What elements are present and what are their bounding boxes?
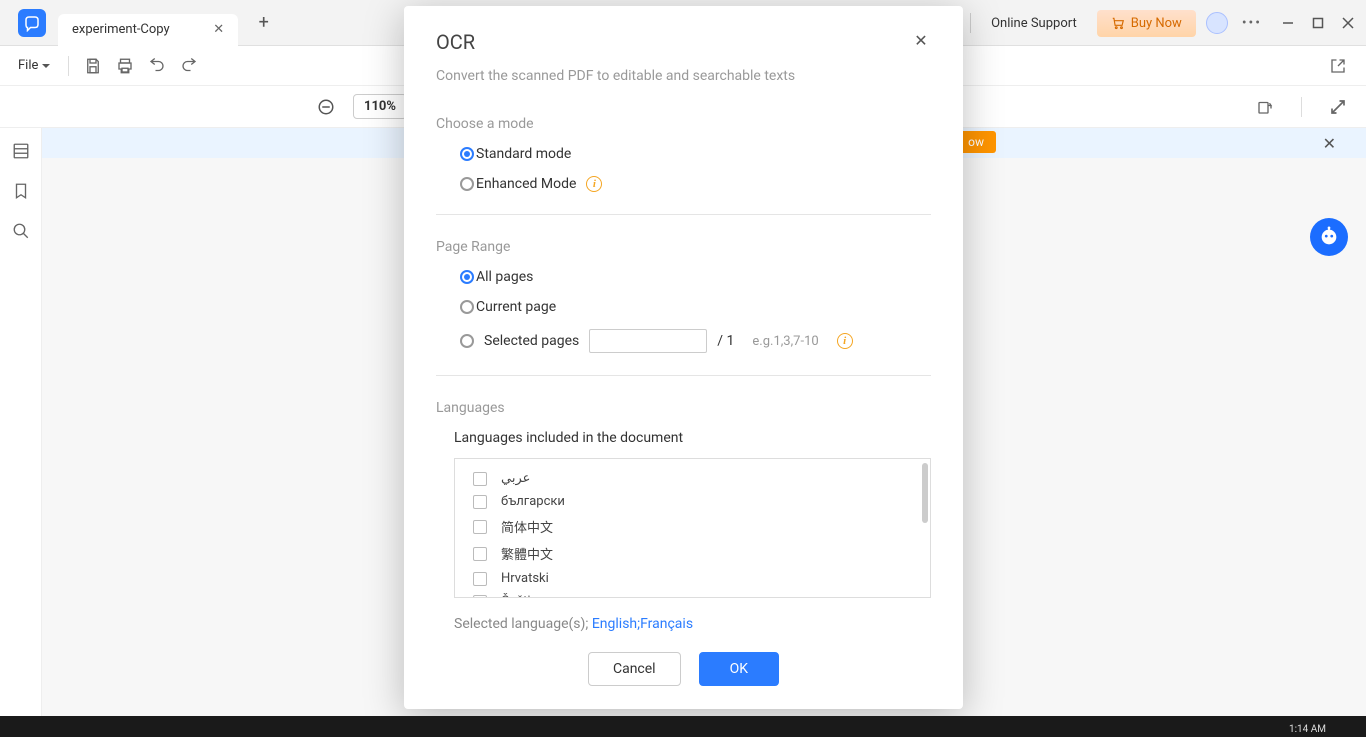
open-external-icon[interactable] [1326,54,1350,78]
selected-languages-value: English;Français [592,616,693,632]
all-pages-label: All pages [476,269,533,285]
chatbot-button[interactable] [1310,218,1348,256]
selected-pages-label: Selected pages [484,333,579,349]
radio-icon[interactable] [460,300,474,314]
radio-icon[interactable] [460,270,474,284]
language-name: Hrvatski [501,571,549,586]
save-icon[interactable] [81,54,105,78]
checkbox[interactable] [473,547,487,561]
minimize-icon[interactable] [1280,15,1296,31]
close-window-icon[interactable] [1340,15,1356,31]
system-time: 1:14 AM [1289,724,1326,735]
online-support-link[interactable]: Online Support [981,12,1087,35]
cancel-button[interactable]: Cancel [588,652,681,686]
mode-section-label: Choose a mode [436,116,931,132]
checkbox[interactable] [473,520,487,534]
selected-languages: Selected language(s); English;Français [454,616,931,632]
enhanced-mode-option[interactable]: Enhanced Mode i [460,176,931,192]
document-tab[interactable]: experiment-Copy ✕ [58,14,238,46]
language-item[interactable]: Hrvatski [455,567,930,590]
radio-icon[interactable] [460,334,474,348]
standard-mode-option[interactable]: Standard mode [460,146,931,162]
language-item[interactable]: български [455,490,930,513]
page-range-input[interactable] [589,329,707,353]
fullscreen-icon[interactable] [1326,95,1350,119]
print-icon[interactable] [113,54,137,78]
scrollbar[interactable] [922,463,928,523]
sidebar [0,128,42,716]
page-total: / 1 [717,333,734,349]
app-logo[interactable] [18,9,46,37]
radio-icon[interactable] [460,177,474,191]
file-menu[interactable]: File [12,54,56,77]
language-item[interactable]: عربي [455,467,930,490]
thumbnails-icon[interactable] [10,140,32,162]
enhanced-mode-label: Enhanced Mode [476,176,576,192]
divider [68,56,69,76]
dialog-close-icon[interactable]: ✕ [911,30,931,50]
chevron-down-icon [42,62,50,70]
checkbox[interactable] [473,495,487,509]
checkbox[interactable] [473,595,487,599]
lang-sublabel: Languages included in the document [454,430,931,446]
rotate-icon[interactable] [1253,95,1277,119]
selected-prefix: Selected language(s); [454,616,588,632]
language-item[interactable]: 简体中文 [455,513,930,540]
checkbox[interactable] [473,572,487,586]
all-pages-option[interactable]: All pages [460,269,931,285]
selected-pages-option[interactable]: Selected pages / 1 e.g.1,3,7-10 i [460,329,931,353]
new-tab-button[interactable]: + [250,9,278,37]
bookmarks-icon[interactable] [10,180,32,202]
language-item[interactable]: 繁體中文 [455,540,930,567]
zoom-out-icon[interactable] [315,96,337,118]
divider [970,13,971,33]
search-icon[interactable] [10,220,32,242]
divider [436,375,931,376]
redo-icon[interactable] [177,54,201,78]
divider [436,214,931,215]
file-label: File [18,58,38,73]
tab-title: experiment-Copy [72,22,170,37]
user-avatar[interactable] [1206,12,1228,34]
info-icon[interactable]: i [586,176,602,192]
divider [1301,97,1302,117]
page-hint: e.g.1,3,7-10 [752,334,818,349]
current-page-option[interactable]: Current page [460,299,931,315]
standard-mode-label: Standard mode [476,146,571,162]
radio-icon[interactable] [460,147,474,161]
current-page-label: Current page [476,299,556,315]
language-name: български [501,494,565,509]
info-icon[interactable]: i [837,333,853,349]
taskbar: 1:14 AM [0,716,1366,737]
range-section-label: Page Range [436,239,931,255]
dialog-title: OCR [436,30,475,54]
bot-icon [1318,226,1340,248]
dialog-subtitle: Convert the scanned PDF to editable and … [436,68,931,100]
banner-close-icon[interactable]: ✕ [1323,134,1336,153]
language-item[interactable]: Čeština [455,590,930,598]
language-name: Čeština [501,594,545,598]
ok-button[interactable]: OK [699,652,779,686]
close-tab-icon[interactable]: ✕ [210,21,228,39]
checkbox[interactable] [473,472,487,486]
titlebar-right: Online Support Buy Now ••• [970,0,1356,46]
language-list[interactable]: عربي български 简体中文繁體中文 Hrvatski Čeština [454,458,931,598]
zoom-value[interactable]: 110% [353,94,407,119]
buy-now-button[interactable]: Buy Now [1097,10,1196,37]
maximize-icon[interactable] [1310,15,1326,31]
lang-section-label: Languages [436,400,931,416]
cart-icon [1111,16,1125,30]
ocr-dialog: OCR ✕ Convert the scanned PDF to editabl… [404,6,963,709]
more-menu-icon[interactable]: ••• [1238,15,1266,31]
language-name: 简体中文 [501,517,553,536]
undo-icon[interactable] [145,54,169,78]
buy-now-label: Buy Now [1131,16,1182,31]
language-name: عربي [501,471,530,486]
language-name: 繁體中文 [501,544,553,563]
